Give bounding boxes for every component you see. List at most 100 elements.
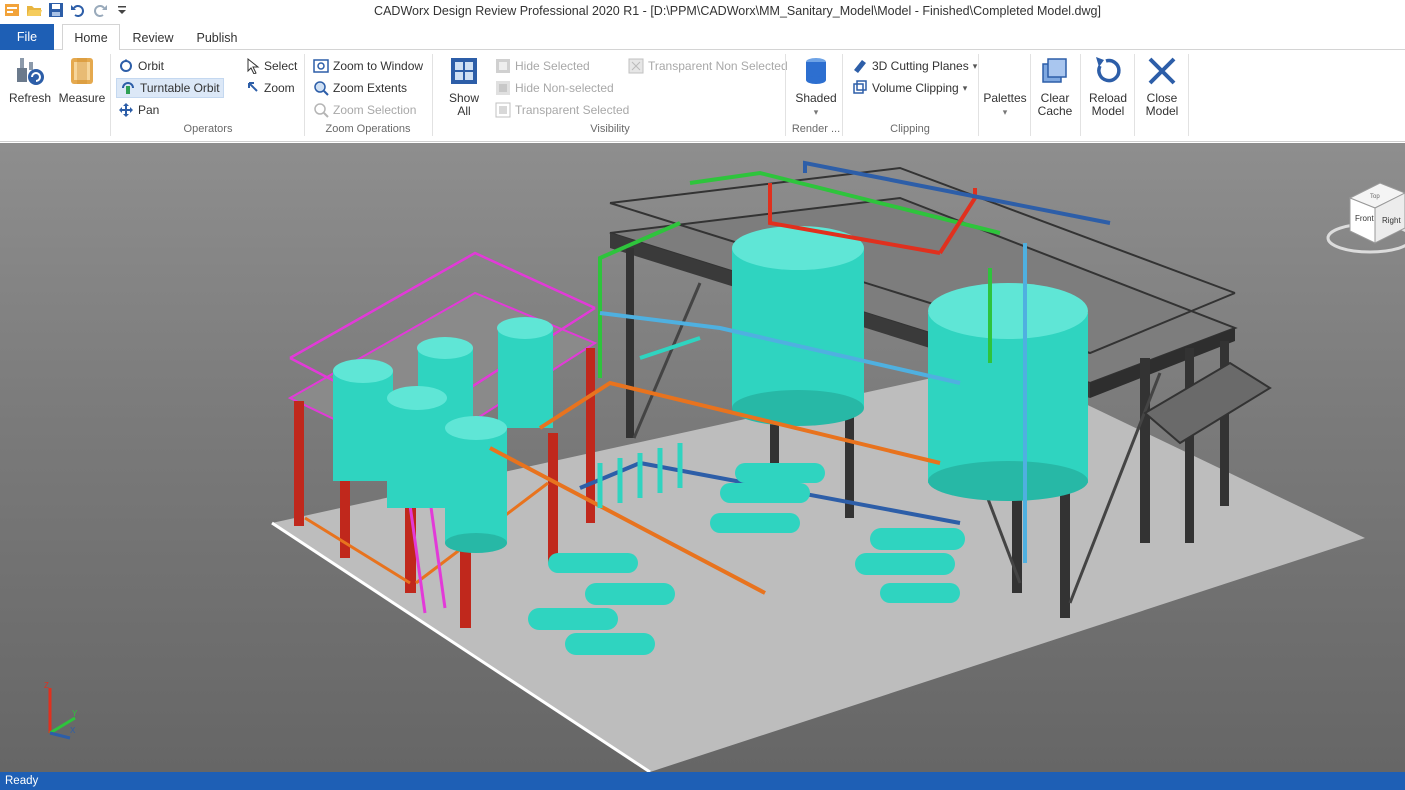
group-label-zoom-operations: Zoom Operations xyxy=(325,123,411,135)
ribbon-tabs: File Home Review Publish xyxy=(0,24,1405,51)
show-all-label-1: Show xyxy=(448,91,480,105)
volume-clipping-button[interactable]: Volume Clipping ▾ xyxy=(852,78,967,98)
tab-publish[interactable]: Publish xyxy=(190,24,244,51)
viewcube-front: Front xyxy=(1355,214,1374,223)
refresh-label: Refresh xyxy=(8,91,52,105)
palettes-dropdown-icon: ▾ xyxy=(1002,107,1008,117)
zoom-to-window-button[interactable]: Zoom to Window xyxy=(313,56,423,76)
zoom-window-icon xyxy=(313,59,329,73)
separator xyxy=(304,54,305,136)
status-text: Ready xyxy=(5,775,39,787)
measure-icon xyxy=(71,58,93,84)
palettes-button[interactable]: Palettes ▾ xyxy=(982,92,1028,119)
title-bar: CADWorx Design Review Professional 2020 … xyxy=(0,0,1405,24)
reload-icon xyxy=(1096,57,1121,83)
pan-icon xyxy=(119,103,133,117)
measure-label: Measure xyxy=(58,91,106,105)
axis-z-label: Z xyxy=(44,681,49,690)
separator xyxy=(1080,54,1081,136)
reload-model-label-2: Model xyxy=(1091,104,1125,118)
show-all-icon xyxy=(451,58,477,84)
close-model-button[interactable]: Close Model xyxy=(1138,54,1186,118)
shaded-label: Shaded xyxy=(795,91,837,105)
close-icon xyxy=(1148,57,1176,85)
model-viewport[interactable]: Front Right Top X Y Z xyxy=(0,143,1405,772)
window-title: CADWorx Design Review Professional 2020 … xyxy=(374,4,1101,18)
measure-button[interactable]: Measure xyxy=(58,54,106,105)
hide-selected-icon xyxy=(496,59,510,73)
status-bar: Ready xyxy=(0,772,1405,790)
group-label-operators: Operators xyxy=(183,123,233,135)
transparent-non-selected-icon xyxy=(628,58,644,74)
tab-file[interactable]: File xyxy=(0,24,54,50)
transparent-selected-icon xyxy=(495,102,511,118)
clear-cache-button[interactable]: Clear Cache xyxy=(1032,54,1078,118)
zoom-icon xyxy=(248,82,258,92)
zoom-extents-button[interactable]: Zoom Extents xyxy=(313,78,407,98)
small-tank-5 xyxy=(445,416,507,553)
zoom-extents-icon xyxy=(314,81,329,96)
separator xyxy=(1134,54,1135,136)
zoom-button[interactable]: Zoom xyxy=(246,78,295,98)
viewcube-right: Right xyxy=(1382,216,1401,225)
transparent-non-selected-button[interactable]: Transparent Non Selected xyxy=(628,56,788,76)
hide-non-selected-button[interactable]: Hide Non-selected xyxy=(495,78,614,98)
viewcube[interactable]: Front Right Top xyxy=(1326,182,1405,254)
clear-cache-label-1: Clear xyxy=(1040,91,1070,105)
tab-review[interactable]: Review xyxy=(126,24,180,51)
separator xyxy=(978,54,979,136)
cutting-plane-icon xyxy=(854,60,866,73)
select-button[interactable]: Select xyxy=(246,56,297,76)
close-model-label-1: Close xyxy=(1146,91,1178,105)
shaded-dropdown-icon[interactable]: ▾ xyxy=(814,107,819,117)
separator xyxy=(432,54,433,136)
orbit-button[interactable]: Orbit xyxy=(118,56,164,76)
shaded-cylinder-icon xyxy=(806,58,826,84)
cutting-planes-button[interactable]: 3D Cutting Planes ▾ xyxy=(852,56,977,76)
reload-model-label-1: Reload xyxy=(1088,91,1128,105)
axis-triad: X Y Z xyxy=(44,681,78,740)
small-tank-3 xyxy=(497,317,553,428)
chevron-down-icon: ▾ xyxy=(962,82,968,93)
palettes-label: Palettes xyxy=(983,91,1027,105)
tab-home[interactable]: Home xyxy=(62,24,120,51)
separator xyxy=(785,54,786,136)
show-all-label-2: All xyxy=(457,104,471,118)
volume-clipping-icon xyxy=(853,80,867,94)
hide-selected-button[interactable]: Hide Selected xyxy=(495,56,590,76)
close-model-label-2: Model xyxy=(1145,104,1179,118)
axis-x-label: X xyxy=(70,726,76,735)
separator xyxy=(110,54,111,136)
zoom-selection-icon xyxy=(314,103,329,118)
cursor-icon xyxy=(247,58,260,74)
reload-model-button[interactable]: Reload Model xyxy=(1084,54,1132,118)
large-storage-tank-1 xyxy=(732,226,864,426)
separator xyxy=(1188,54,1189,136)
small-tank-1 xyxy=(333,359,393,481)
plant-model-3d[interactable]: Front Right Top X Y Z xyxy=(0,143,1405,772)
turntable-orbit-button[interactable]: Turntable Orbit xyxy=(116,78,224,98)
group-label-clipping: Clipping xyxy=(890,123,930,135)
refresh-icon xyxy=(17,58,44,85)
shaded-button[interactable]: Shaded ▾ xyxy=(792,54,840,119)
viewcube-top: Top xyxy=(1370,194,1380,200)
chevron-down-icon: ▾ xyxy=(972,60,978,71)
clear-cache-icon xyxy=(1042,58,1067,83)
zoom-selection-button[interactable]: Zoom Selection xyxy=(313,100,416,120)
hide-non-selected-icon xyxy=(496,81,510,95)
small-tank-4 xyxy=(387,386,447,508)
orbit-icon xyxy=(120,59,132,72)
group-label-render: Render ... xyxy=(791,123,841,135)
transparent-selected-button[interactable]: Transparent Selected xyxy=(495,100,629,120)
large-storage-tank-2 xyxy=(928,283,1088,501)
ribbon: Refresh Measure Orbit Turntable Orbit Pa… xyxy=(0,50,1405,142)
pan-button[interactable]: Pan xyxy=(118,100,159,120)
separator xyxy=(1030,54,1031,136)
group-label-visibility: Visibility xyxy=(590,123,630,135)
clear-cache-label-2: Cache xyxy=(1037,104,1073,118)
axis-y-label: Y xyxy=(72,709,78,718)
turntable-orbit-icon xyxy=(122,82,134,94)
refresh-button[interactable]: Refresh xyxy=(6,54,54,105)
separator xyxy=(842,54,843,136)
show-all-button[interactable]: Show All xyxy=(440,54,488,118)
